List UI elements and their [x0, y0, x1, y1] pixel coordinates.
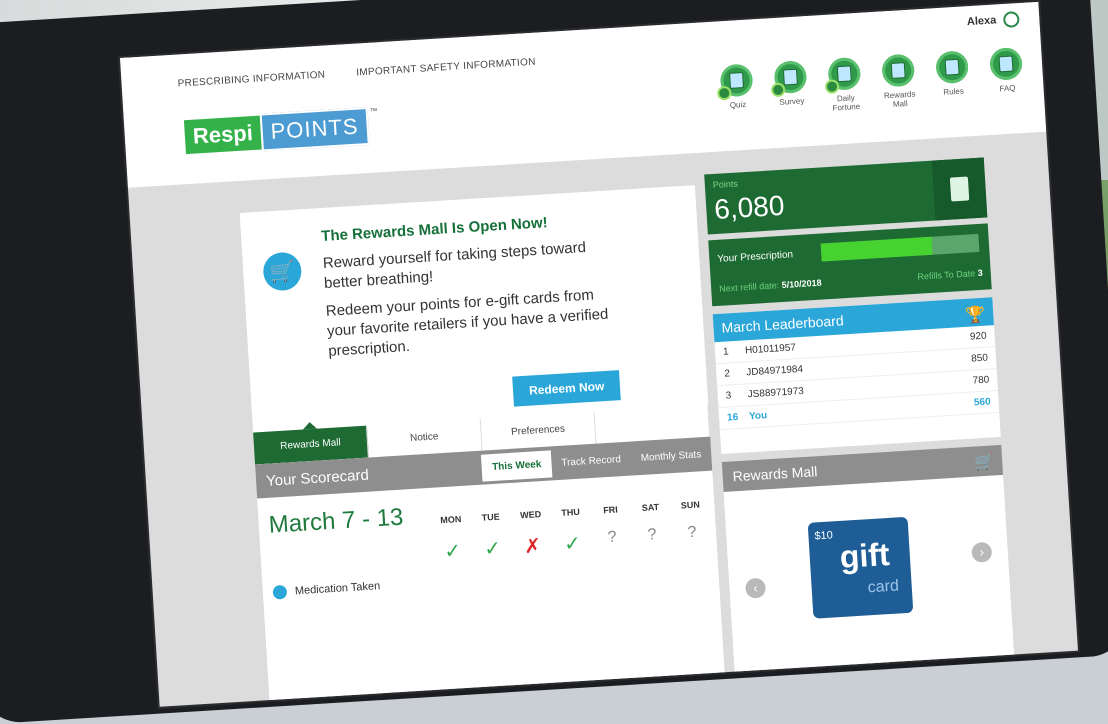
- gift-card-sub: card: [867, 577, 900, 597]
- prescribing-info-link[interactable]: PRESCRIBING INFORMATION: [177, 70, 325, 90]
- trophy-icon: 🏆: [964, 306, 986, 325]
- medication-row: Medication Taken: [272, 579, 380, 600]
- day-tue: TUE: [481, 511, 501, 523]
- prescription-progress: [820, 233, 980, 262]
- points-panel: Points 6,080: [704, 157, 988, 235]
- points-value: 6,080: [713, 189, 786, 225]
- mall-title: Rewards Mall: [732, 463, 818, 485]
- player-points: 560: [973, 396, 991, 409]
- medication-label: Medication Taken: [294, 580, 381, 598]
- week-range: March 7 - 13: [267, 503, 405, 539]
- rank: 3: [725, 390, 732, 402]
- rank: 2: [724, 368, 731, 380]
- day-marks: ✓ ✓ ✗ ✓ ? ? ?: [432, 523, 713, 565]
- gift-card-word: gift: [838, 535, 891, 575]
- logo-tm: ™: [369, 106, 378, 116]
- refills-to-date: Refills To Date 3: [917, 268, 983, 282]
- leaderboard-title: March Leaderboard: [721, 312, 845, 336]
- nav-faq[interactable]: FAQ: [985, 46, 1028, 103]
- day-thu: THU: [561, 506, 581, 518]
- rules-icon: [935, 50, 970, 85]
- medication-icon: [272, 584, 288, 600]
- nav-quiz[interactable]: Quiz: [716, 63, 759, 119]
- redeem-now-button[interactable]: Redeem Now: [512, 370, 622, 407]
- nav-label: Survey: [779, 96, 805, 107]
- notice-text-2: Redeem your points for e-gift cards from…: [325, 286, 609, 360]
- mall-header: Rewards Mall 🛒: [721, 444, 1004, 492]
- prescription-panel: Your Prescription Next refill date: 5/10…: [708, 223, 992, 307]
- leaderboard-panel: March Leaderboard 🏆 1 H01011957 920 2 JD849…: [712, 297, 1001, 455]
- gift-card-amount: $10: [814, 529, 834, 543]
- question-icon: ?: [607, 528, 618, 547]
- rank: 1: [722, 346, 729, 358]
- user-name: Alexa: [966, 14, 997, 29]
- refills-count: 3: [977, 267, 984, 279]
- prescription-progress-fill: [820, 236, 933, 262]
- gift-card-item[interactable]: $10 gift card: [807, 516, 914, 619]
- alert-badge: [716, 85, 732, 101]
- scorecard-panel: Your Scorecard This Week Track Record Mo…: [255, 436, 726, 707]
- chevron-left-icon[interactable]: ‹: [744, 577, 767, 599]
- shopping-cart-icon: 🛒: [262, 251, 303, 292]
- check-icon: ✓: [443, 540, 462, 564]
- scorecard-title: Your Scorecard: [265, 466, 370, 490]
- nav-rewards-mall[interactable]: Rewards Mall: [877, 53, 920, 109]
- survey-icon: [770, 60, 808, 98]
- top-nav: Quiz Survey Daily Fortune Rewards Mall R…: [716, 46, 1029, 120]
- chevron-right-icon[interactable]: ›: [971, 541, 993, 563]
- notice-text-1: Reward yourself for taking steps toward …: [322, 238, 587, 292]
- fortune-icon: [824, 56, 862, 94]
- check-icon: ✓: [563, 532, 582, 556]
- day-wed: WED: [519, 509, 542, 521]
- safety-info-link[interactable]: IMPORTANT SAFETY INFORMATION: [356, 57, 536, 79]
- prescription-label: Your Prescription: [717, 249, 794, 265]
- logo-points: POINTS: [259, 106, 370, 152]
- player-points: 850: [970, 352, 989, 365]
- player-points: 920: [969, 330, 987, 343]
- rank: 16: [726, 411, 739, 424]
- day-mon: MON: [440, 514, 462, 526]
- nav-daily-fortune[interactable]: Daily Fortune: [823, 56, 866, 113]
- points-label: Points: [712, 178, 739, 191]
- faq-icon: [989, 46, 1023, 81]
- logo-respi: Respi: [183, 115, 262, 155]
- nav-label: FAQ: [999, 83, 1016, 94]
- day-sun: SUN: [680, 499, 701, 511]
- notice-title: The Rewards Mall Is Open Now!: [320, 214, 549, 246]
- nav-label: Rules: [943, 86, 965, 97]
- tab-this-week[interactable]: This Week: [481, 450, 553, 482]
- check-icon: ✓: [483, 537, 502, 561]
- day-headers: MON TUE WED THU FRI SAT SUN: [431, 499, 711, 526]
- user-menu[interactable]: Alexa: [966, 11, 1020, 30]
- rewards-notice-card: 🛒 The Rewards Mall Is Open Now! Reward y…: [239, 185, 709, 433]
- nav-label: Rewards Mall: [883, 89, 916, 109]
- day-sat: SAT: [641, 501, 660, 513]
- player-points: 780: [972, 374, 990, 387]
- rewards-mall-panel: Rewards Mall 🛒 ‹ $10 gift card ›: [721, 444, 1015, 682]
- respipoints-logo[interactable]: Respi POINTS ™: [183, 106, 380, 156]
- app-screen: PRESCRIBING INFORMATION IMPORTANT SAFETY…: [120, 1, 1078, 707]
- quiz-icon: [716, 63, 754, 101]
- refills-label: Refills To Date: [917, 268, 976, 282]
- user-icon: [1002, 11, 1020, 28]
- cart-icon[interactable]: 🛒: [974, 447, 996, 478]
- next-refill-date: 5/10/2018: [781, 277, 822, 291]
- nav-label: Daily Fortune: [832, 93, 861, 113]
- nav-survey[interactable]: Survey: [769, 60, 812, 116]
- x-icon: ✗: [523, 535, 542, 559]
- alert-badge: [770, 82, 786, 98]
- document-icon[interactable]: [931, 157, 988, 221]
- day-fri: FRI: [602, 504, 619, 516]
- next-refill: Next refill date: 5/10/2018: [719, 278, 822, 294]
- nav-rules[interactable]: Rules: [931, 50, 974, 106]
- cart-icon: [881, 53, 916, 88]
- tab-track-record[interactable]: Track Record: [551, 446, 632, 478]
- next-refill-label: Next refill date:: [718, 280, 780, 294]
- question-icon: ?: [687, 523, 697, 542]
- question-icon: ?: [647, 526, 658, 544]
- tab-monthly-stats[interactable]: Monthly Stats: [630, 441, 712, 473]
- top-links: PRESCRIBING INFORMATION IMPORTANT SAFETY…: [177, 55, 564, 90]
- nav-label: Quiz: [729, 99, 747, 110]
- alert-badge: [824, 79, 840, 94]
